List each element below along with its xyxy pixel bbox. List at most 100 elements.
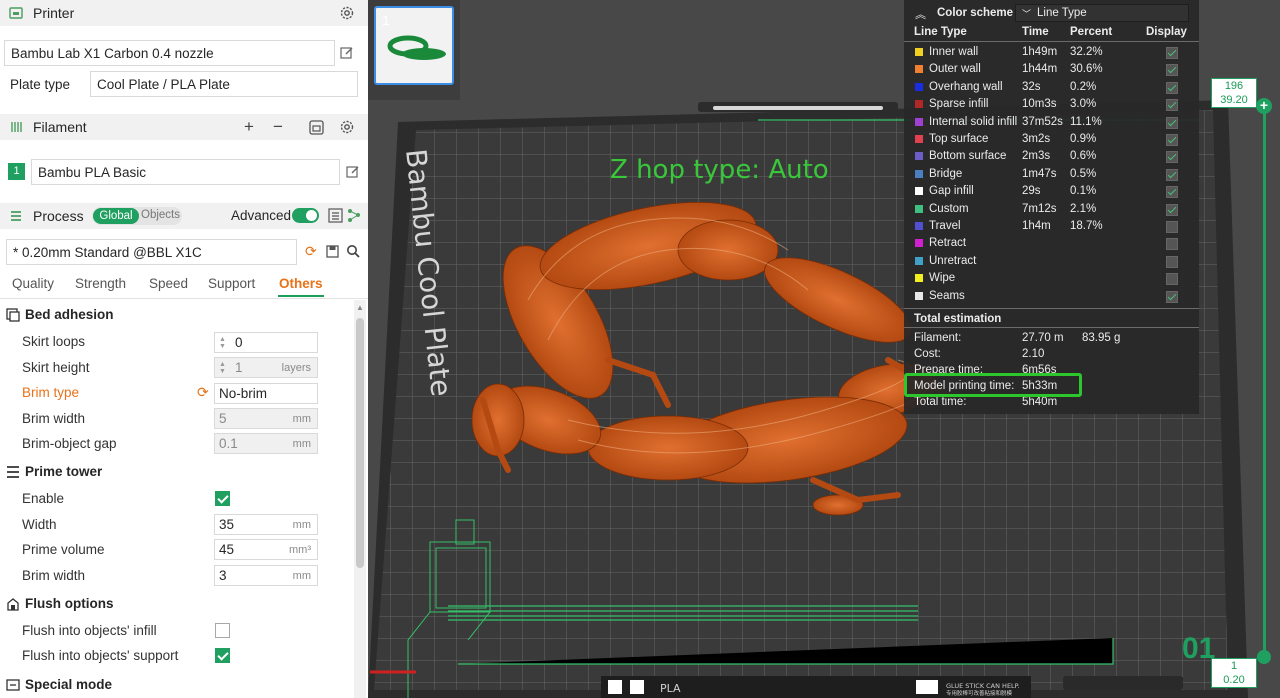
reset-preset-icon[interactable]: ⟳ (305, 243, 317, 260)
color-scheme-select[interactable]: ﹀ Line Type (1015, 4, 1189, 22)
legend-rows-divider (904, 308, 1199, 309)
tab-quality[interactable]: Quality (12, 276, 54, 291)
process-tree-icon[interactable] (347, 208, 361, 223)
legend-swatch (915, 48, 923, 56)
brim-width-unit: mm (292, 412, 311, 425)
process-preset-select[interactable]: * 0.20mm Standard @BBL X1C (6, 239, 297, 265)
prime-tower-width-input[interactable]: 35 mm (214, 514, 318, 535)
prime-tower-enable-checkbox[interactable] (215, 491, 230, 506)
slider-bottom-handle[interactable] (1257, 650, 1271, 664)
edit-printer-icon[interactable] (340, 46, 354, 60)
legend-display-checkbox[interactable] (1166, 116, 1178, 129)
tab-speed[interactable]: Speed (149, 276, 188, 291)
legend-row-name: Top surface (929, 133, 989, 145)
skirt-height-spinner[interactable]: ▲ ▼ (219, 361, 229, 375)
legend-row-name: Travel (929, 220, 961, 232)
search-icon[interactable] (346, 244, 360, 258)
legend-display-checkbox[interactable] (1166, 290, 1178, 303)
col-line-type: Line Type (914, 26, 967, 38)
skirt-loops-spinner[interactable]: ▲ ▼ (219, 336, 229, 350)
legend-swatch (915, 82, 923, 91)
legend-row-time: 29s (1022, 185, 1041, 198)
prime-volume-input[interactable]: 45 mm³ (214, 539, 318, 560)
brim-object-gap-input[interactable]: 0.1 mm (214, 433, 318, 454)
legend-row-name: Retract (929, 237, 967, 250)
remove-filament-icon[interactable]: − (273, 117, 283, 137)
legend-display-checkbox[interactable] (1166, 81, 1178, 94)
prime-brim-width-input[interactable]: 3 mm (214, 565, 318, 586)
legend-display-checkbox[interactable] (1166, 151, 1178, 164)
tab-support[interactable]: Support (208, 276, 255, 291)
prime-tower-title: Prime tower (25, 464, 103, 479)
filament-settings-gear-icon[interactable] (339, 119, 355, 135)
legend-display-checkbox[interactable] (1166, 64, 1178, 77)
skirt-loops-input[interactable]: ▲ ▼ 0 (214, 332, 318, 353)
legend-row-percent: 11.1% (1070, 115, 1102, 128)
flush-infill-checkbox[interactable] (215, 623, 230, 638)
collapse-legend-icon[interactable]: ︽ (915, 6, 926, 22)
horizontal-layer-indicator: 01 (1182, 632, 1216, 665)
save-preset-icon[interactable] (326, 245, 339, 258)
filament-slot-badge[interactable]: 1 (8, 163, 25, 180)
legend-display-checkbox[interactable] (1166, 47, 1178, 59)
legend-row-time: 1h49m (1022, 46, 1058, 58)
slider-top-handle-plus-icon[interactable]: + (1256, 98, 1272, 114)
flush-support-label: Flush into objects' support (22, 648, 179, 663)
filament-select[interactable]: Bambu PLA Basic (31, 159, 340, 185)
chevron-down-icon: ﹀ (1022, 8, 1032, 19)
legend-row-percent: 18.7% (1070, 220, 1103, 232)
legend-display-checkbox[interactable] (1166, 99, 1178, 112)
printer-title: Printer (33, 5, 75, 21)
legend-swatch (915, 239, 923, 248)
plate-material-text: PLA (660, 682, 681, 695)
printer-section-header[interactable]: Printer (0, 0, 368, 26)
filament-sync-icon[interactable] (309, 120, 324, 135)
color-scheme-label: Color scheme (937, 7, 1014, 19)
legend-swatch (915, 222, 923, 230)
tab-strength[interactable]: Strength (75, 276, 126, 291)
printer-name: Bambu Lab X1 Carbon 0.4 nozzle (11, 45, 214, 61)
brim-width-input[interactable]: 5 mm (214, 408, 318, 429)
compare-icon[interactable] (328, 208, 343, 223)
global-toggle-option[interactable]: Global (93, 208, 139, 224)
skirt-height-input[interactable]: ▲ ▼ 1 layers (214, 357, 318, 378)
legend-swatch (915, 274, 923, 283)
advanced-switch[interactable] (292, 208, 319, 223)
brim-type-label: Brim type (22, 385, 80, 400)
scroll-up-icon[interactable]: ▲ (356, 303, 364, 312)
filament-section-header: Filament + − (0, 114, 368, 140)
brim-type-value: No-brim (219, 386, 268, 401)
settings-scrollbar-thumb[interactable] (356, 318, 364, 568)
flush-support-checkbox[interactable] (215, 648, 230, 663)
legend-display-checkbox[interactable] (1166, 238, 1178, 251)
legend-display-checkbox[interactable] (1166, 134, 1178, 146)
legend-display-checkbox[interactable] (1166, 255, 1178, 268)
global-objects-toggle[interactable]: Global Objects (92, 207, 182, 225)
edit-filament-icon[interactable] (346, 165, 360, 179)
layer-slider-track[interactable] (1263, 106, 1266, 658)
tab-others[interactable]: Others (279, 276, 323, 291)
plate-type-select[interactable]: Cool Plate / PLA Plate (90, 71, 358, 97)
objects-toggle-option[interactable]: Objects (141, 209, 180, 221)
legend-row-name: Sparse infill (929, 98, 989, 111)
printer-settings-gear-icon[interactable] (339, 5, 355, 21)
add-filament-icon[interactable]: + (244, 117, 254, 137)
legend-swatch (915, 117, 923, 126)
legend-display-checkbox[interactable] (1166, 168, 1178, 181)
legend-row-name: Bridge (929, 167, 963, 180)
total-time-label: Total time: (914, 396, 967, 408)
legend-display-checkbox[interactable] (1166, 273, 1178, 286)
brim-type-select[interactable]: No-brim (214, 383, 318, 404)
legend-row-percent: 0.6% (1070, 150, 1097, 163)
legend-row: Unretract (904, 254, 1199, 271)
legend-display-checkbox[interactable] (1166, 221, 1178, 233)
plate-thumbnail[interactable]: 1 (374, 6, 454, 85)
reset-brim-type-icon[interactable]: ⟳ (197, 384, 209, 401)
legend-display-checkbox[interactable] (1166, 186, 1178, 199)
legend-row-time: 37m52s (1022, 115, 1063, 128)
legend-display-checkbox[interactable] (1166, 203, 1178, 216)
printer-select[interactable]: Bambu Lab X1 Carbon 0.4 nozzle (4, 40, 335, 66)
legend-swatch (915, 291, 923, 300)
skirt-height-label: Skirt height (22, 360, 90, 375)
legend-header-divider (904, 41, 1199, 42)
